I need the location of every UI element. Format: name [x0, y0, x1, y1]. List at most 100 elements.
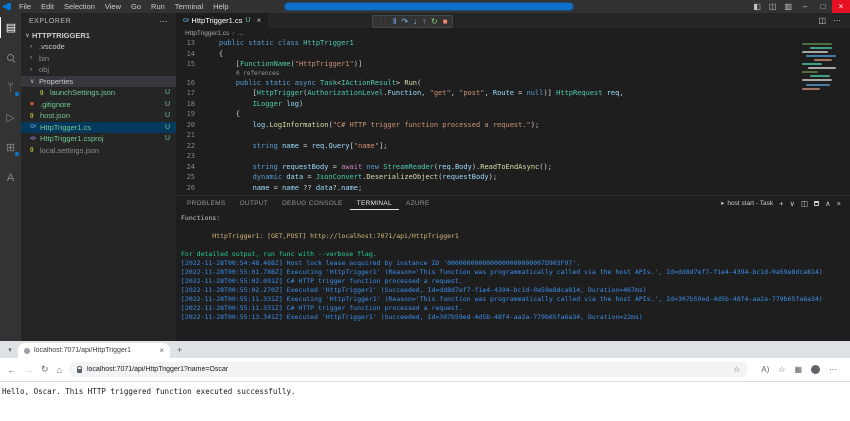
toggle-panel-icon[interactable]: ◫	[765, 0, 781, 13]
explorer-more-icon[interactable]: ⋯	[160, 17, 169, 26]
tree-item-bin[interactable]: › bin	[21, 53, 176, 65]
maximize-panel-icon[interactable]: ∧	[825, 199, 831, 208]
workspace-root-row[interactable]: ∨ HTTPTRIGGER1	[21, 29, 176, 41]
minimap-line	[806, 84, 830, 86]
forward-icon[interactable]: →	[24, 365, 33, 375]
terminal-line: [2022-11-28T00:55:01.788Z] Executing 'Ht…	[181, 268, 823, 276]
new-tab-button[interactable]: +	[177, 345, 182, 355]
collections-icon[interactable]: ▦	[794, 365, 802, 374]
panel-tab-row: PROBLEMS OUTPUT DEBUG CONSOLE TERMINAL AZURE…	[176, 196, 850, 210]
code-area[interactable]: 13 public static class HttpTrigger1 14 {1…	[176, 38, 850, 195]
url-text: localhost:7071/api/HttpTrigger1?name=Osc…	[86, 366, 229, 373]
task-progress-bar	[285, 3, 573, 10]
profile-icon[interactable]	[811, 365, 820, 374]
bookmark-star-icon[interactable]: ☆	[733, 365, 740, 374]
tree-item-httptrigger1-cs[interactable]: C# HttpTrigger1.cs U	[21, 121, 176, 133]
stop-icon[interactable]: ■	[443, 17, 448, 26]
activity-azure-button[interactable]: A	[0, 167, 21, 188]
menu-edit[interactable]: Edit	[36, 2, 59, 11]
kill-terminal-icon[interactable]	[814, 200, 820, 206]
tree-item-obj[interactable]: › obj	[21, 64, 176, 76]
tab-actions-button[interactable]: ▾	[4, 344, 16, 356]
close-panel-icon[interactable]: ×	[837, 199, 841, 208]
editor-tab-actions: ◫ ⋯	[809, 13, 850, 28]
menu-terminal[interactable]: Terminal	[170, 2, 208, 11]
activity-search-button[interactable]	[0, 47, 21, 68]
tree-item-host-json[interactable]: {} host.json U	[21, 110, 176, 122]
tree-item-local-settings-json[interactable]: {} local.settings.json	[21, 145, 176, 157]
vscode-logo-icon	[0, 0, 14, 13]
step-over-icon[interactable]: ↷	[401, 17, 408, 26]
tree-item-properties[interactable]: ∨ Properties	[21, 75, 176, 87]
lock-icon	[76, 365, 82, 373]
workspace-root-label: HTTPTRIGGER1	[32, 30, 90, 40]
code-line: 21	[176, 130, 850, 141]
toggle-primary-sidebar-icon[interactable]: ◧	[749, 0, 765, 13]
close-button[interactable]: ×	[832, 0, 850, 13]
code-line: 26 name = name ?? data?.name;	[176, 183, 850, 194]
json-file-icon: {}	[30, 112, 33, 119]
restore-button[interactable]: □	[814, 0, 832, 13]
panel-tab-output[interactable]: OUTPUT	[233, 196, 276, 210]
menu-run[interactable]: Run	[146, 2, 170, 11]
step-into-icon[interactable]: ↓	[413, 17, 417, 26]
activity-explorer-button[interactable]: ▤	[0, 17, 21, 38]
split-terminal-icon[interactable]: ◫	[801, 199, 808, 208]
menu-selection[interactable]: Selection	[59, 2, 100, 11]
terminal-task-selector[interactable]: ▸ host start - Task	[721, 199, 773, 208]
new-terminal-icon[interactable]: +	[779, 199, 783, 208]
run-and-debug-icon: ▷	[6, 112, 15, 124]
terminal-output[interactable]: Functions: HttpTrigger1: [GET,POST] http…	[176, 210, 850, 341]
minimap[interactable]	[800, 41, 846, 121]
close-browser-tab-icon[interactable]: ×	[159, 346, 164, 355]
code-line: 14 {	[176, 49, 850, 60]
breadcrumb-item[interactable]: …	[237, 30, 244, 37]
codelens-references[interactable]: 0 references	[176, 70, 850, 78]
browser-tab[interactable]: localhost:7071/api/HttpTrigger1 ×	[18, 343, 170, 358]
tree-item-httptrigger1-csproj[interactable]: </> HttpTrigger1.csproj U	[21, 133, 176, 145]
panel-tab-azure[interactable]: AZURE	[399, 196, 437, 210]
activity-extensions-button[interactable]: ⊞	[0, 137, 21, 158]
panel-tab-debug-console[interactable]: DEBUG CONSOLE	[275, 196, 350, 210]
code-line: 18 ILogger log)	[176, 99, 850, 110]
close-tab-icon[interactable]: ×	[256, 16, 261, 25]
activity-source-control-button[interactable]: ᛘ	[0, 77, 21, 98]
editor-more-icon[interactable]: ⋯	[833, 16, 841, 25]
browser-window: ▾ localhost:7071/api/HttpTrigger1 × + ← →…	[0, 341, 850, 421]
panel-tab-problems[interactable]: PROBLEMS	[180, 196, 233, 210]
vscode-titlebar: File Edit Selection View Go Run Terminal Help ◧…	[0, 0, 850, 13]
menu-go[interactable]: Go	[126, 2, 146, 11]
browser-more-icon[interactable]: ⋯	[829, 365, 837, 374]
pause-icon[interactable]: ‖	[393, 17, 396, 26]
minimap-line	[802, 79, 832, 81]
tab-httptrigger1-cs[interactable]: C# HttpTrigger1.cs U ×	[176, 13, 269, 28]
home-icon[interactable]: ⌂	[57, 365, 62, 375]
back-icon[interactable]: ←	[7, 365, 16, 375]
code-line: 20 log.LogInformation("C# HTTP trigger f…	[176, 120, 850, 131]
tree-item-launchsettings-json[interactable]: {} launchSettings.json U	[21, 87, 176, 99]
menu-view[interactable]: View	[100, 2, 126, 11]
favorites-icon[interactable]: ☆	[778, 365, 785, 374]
activity-bar: ▤ ᛘ ▷ ⊞ A	[0, 13, 21, 341]
read-aloud-icon[interactable]: A)	[761, 365, 769, 374]
activity-run-and-debug-button[interactable]: ▷	[0, 107, 21, 128]
panel-tab-terminal[interactable]: TERMINAL	[350, 196, 399, 210]
minimize-button[interactable]: –	[796, 0, 814, 13]
refresh-icon[interactable]: ↻	[41, 364, 49, 375]
address-bar[interactable]: localhost:7071/api/HttpTrigger1?name=Osc…	[68, 362, 749, 377]
tree-item--gitignore[interactable]: ◆ .gitignore U	[21, 99, 176, 111]
menu-help[interactable]: Help	[208, 2, 233, 11]
drag-handle-icon[interactable]: ⋮⋮	[377, 18, 389, 26]
launch-profile-chevron-icon[interactable]: ∨	[790, 199, 796, 208]
breadcrumb-item[interactable]: HttpTrigger1.cs	[185, 30, 229, 37]
customize-layout-icon[interactable]: ▥	[780, 0, 796, 13]
json-file-icon: {}	[40, 89, 43, 96]
restart-icon[interactable]: ↻	[431, 17, 438, 26]
split-editor-icon[interactable]: ◫	[818, 16, 826, 25]
browser-tab-strip: ▾ localhost:7071/api/HttpTrigger1 × +	[0, 341, 850, 358]
menu-bar: File Edit Selection View Go Run Terminal Help	[14, 2, 234, 11]
tree-item--vscode[interactable]: › .vscode	[21, 41, 176, 53]
menu-file[interactable]: File	[14, 2, 36, 11]
source-control-badge	[14, 91, 20, 97]
step-out-icon[interactable]: ↑	[422, 17, 426, 26]
